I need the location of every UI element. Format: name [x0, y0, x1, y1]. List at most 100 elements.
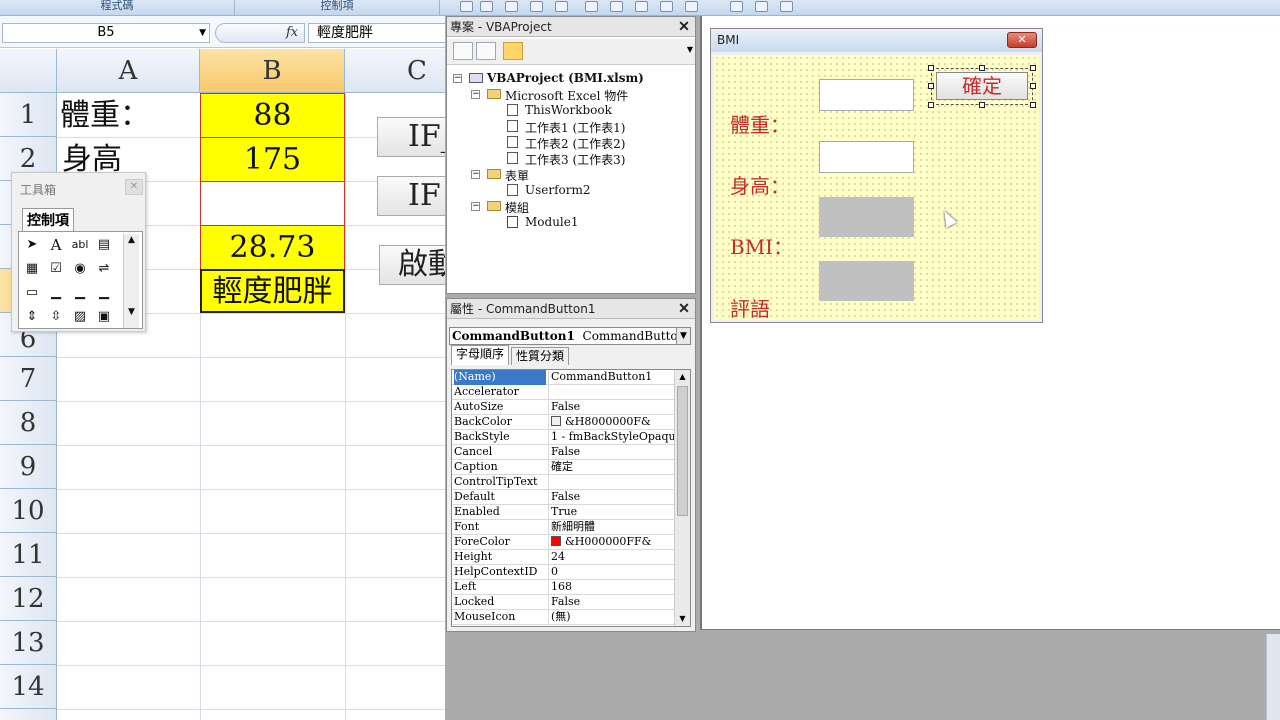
property-value-color[interactable]: &H8000000F& — [548, 415, 674, 430]
label-comment[interactable]: 評語 — [730, 293, 770, 322]
property-value[interactable]: (無) — [548, 610, 674, 625]
row-header-8[interactable]: 8 — [0, 401, 57, 445]
collapse-icon[interactable]: − — [471, 170, 480, 179]
label-weight[interactable]: 體重： — [730, 109, 790, 138]
tab-controls[interactable]: 控制項 — [22, 208, 74, 231]
toolbar-icon[interactable] — [555, 1, 568, 12]
hand-icon[interactable] — [635, 1, 648, 12]
property-row[interactable]: Default False — [452, 490, 674, 505]
image-icon[interactable]: ▨ — [71, 308, 89, 326]
worksheet[interactable]: A B C 1 2 3 4 5 6 7 8 9 10 11 12 13 14 體… — [0, 49, 445, 720]
property-row[interactable]: Font 新細明體 — [452, 520, 674, 535]
formula-input[interactable]: 輕度肥胖 — [308, 23, 448, 43]
toolbar-icon[interactable] — [505, 1, 518, 12]
view-object-icon[interactable] — [476, 42, 496, 60]
tab-categorized[interactable]: 性質分類 — [511, 347, 570, 365]
resize-handle[interactable] — [1030, 65, 1036, 71]
property-value[interactable]: 新細明體 — [548, 520, 674, 535]
resize-handle[interactable] — [1030, 83, 1036, 89]
property-row[interactable]: Locked False — [452, 595, 674, 610]
property-value[interactable]: 1 - fmBackStyleOpaque — [548, 430, 674, 445]
resize-handle[interactable] — [928, 102, 934, 108]
toolbox-window[interactable]: 工具箱 ✕ 控制項 ➤ A abl ▤ ▦ ☑ ◉ ⇌ ▭ ▁ ▁ ▁ ⇕ ⇳ … — [11, 172, 146, 332]
resize-handle[interactable] — [979, 102, 985, 108]
pointer-icon[interactable]: ➤ — [23, 236, 41, 254]
frame-icon[interactable]: ▭ — [23, 284, 41, 302]
cell-b4[interactable]: 28.73 — [200, 225, 345, 270]
sheet-button-start[interactable]: 啟動 — [379, 245, 445, 285]
toolbar-icon[interactable] — [755, 1, 768, 12]
property-row[interactable]: Accelerator — [452, 385, 674, 400]
property-row[interactable]: HelpContextID 0 — [452, 565, 674, 580]
property-value[interactable] — [548, 475, 674, 490]
project-explorer[interactable]: 專案 - VBAProject ✕ ▼ − VBAProject (BMI.xl… — [446, 16, 696, 294]
toolbar-icon[interactable] — [660, 1, 673, 12]
property-row[interactable]: ForeColor &H000000FF& — [452, 535, 674, 550]
property-value[interactable]: CommandButton1 — [548, 370, 674, 385]
tree-item-project[interactable]: VBAProject (BMI.xlsm) — [487, 71, 644, 85]
property-value[interactable]: 0 — [548, 565, 674, 580]
cell-a1[interactable]: 體重： — [60, 95, 150, 137]
resize-handle[interactable] — [1030, 102, 1036, 108]
chevron-down-icon[interactable]: ▼ — [199, 24, 206, 42]
chevron-down-icon[interactable]: ▼ — [675, 612, 690, 626]
checkbox-icon[interactable]: ☑ — [47, 260, 65, 278]
row-header-7[interactable]: 7 — [0, 357, 57, 401]
listbox-icon[interactable]: ▦ — [23, 260, 41, 278]
toolbar-icon[interactable] — [460, 1, 473, 12]
confirm-button[interactable]: 確定 — [936, 72, 1028, 100]
toolbar-icon[interactable] — [685, 1, 698, 12]
collapse-icon[interactable]: − — [471, 202, 480, 211]
row-header-12[interactable]: 12 — [0, 577, 57, 621]
property-grid[interactable]: (Name) CommandButton1 Accelerator AutoSiz… — [451, 369, 691, 627]
property-row[interactable]: Left 168 — [452, 580, 674, 595]
row-header-13[interactable]: 13 — [0, 621, 57, 665]
property-row[interactable]: AutoSize False — [452, 400, 674, 415]
toolbox-scrollbar[interactable]: ▲ ▼ — [123, 234, 139, 328]
property-value[interactable]: False — [548, 445, 674, 460]
toolbar-icon[interactable] — [480, 1, 493, 12]
property-row[interactable]: MouseIcon (無) — [452, 610, 674, 625]
tree-item-excel-objects[interactable]: Microsoft Excel 物件 — [505, 87, 628, 104]
select-all-corner[interactable] — [0, 49, 57, 93]
property-value[interactable]: 168 — [548, 580, 674, 595]
userform-canvas[interactable]: 體重： 身高： BMI： 評語 確定 — [714, 55, 1039, 322]
sheet-button-if1[interactable]: IF_ — [377, 117, 445, 157]
row-header-9[interactable]: 9 — [0, 445, 57, 489]
textbox-height[interactable] — [819, 141, 914, 173]
cell-b1[interactable]: 88 — [200, 93, 345, 138]
commandbutton-icon[interactable]: ▁ — [47, 284, 65, 302]
properties-window[interactable]: 屬性 - CommandButton1 ✕ CommandButton1 Com… — [446, 298, 696, 632]
row-header-11[interactable]: 11 — [0, 533, 57, 577]
label-icon[interactable]: A — [47, 236, 65, 254]
textbox-icon[interactable]: abl — [71, 236, 89, 254]
cell-b2[interactable]: 175 — [200, 137, 345, 182]
scrollbar-icon[interactable]: ⇕ — [23, 308, 41, 326]
tab-alphabetic[interactable]: 字母順序 — [451, 345, 510, 365]
toolbar-icon[interactable] — [730, 1, 743, 12]
property-row[interactable]: ControlTipText — [452, 475, 674, 490]
toolbar-icon[interactable] — [530, 1, 543, 12]
column-header-b[interactable]: B — [200, 49, 345, 93]
togglebutton-icon[interactable]: ⇌ — [95, 260, 113, 278]
optionbutton-icon[interactable]: ◉ — [71, 260, 89, 278]
combobox-icon[interactable]: ▤ — [95, 236, 113, 254]
row-header-15[interactable] — [0, 709, 57, 720]
column-header-c[interactable]: C — [345, 49, 445, 93]
view-code-icon[interactable] — [453, 42, 473, 60]
textbox-weight[interactable] — [819, 79, 914, 111]
name-box[interactable]: B5 ▼ — [2, 23, 210, 43]
property-value[interactable]: 確定 — [548, 460, 674, 475]
cell-b3[interactable] — [200, 181, 345, 226]
property-value[interactable]: True — [548, 505, 674, 520]
object-selector[interactable]: CommandButton1 CommandButton ▼ — [449, 327, 691, 345]
function-icon[interactable]: fx — [286, 25, 298, 40]
tree-item-thisworkbook[interactable]: ThisWorkbook — [525, 103, 612, 117]
userform-window[interactable]: BMI ✕ 體重： 身高： BMI： 評語 確定 — [710, 28, 1043, 323]
tree-item-sheet1[interactable]: 工作表1 (工作表1) — [525, 119, 625, 136]
tree-item-userform2[interactable]: Userform2 — [525, 183, 591, 197]
close-icon[interactable]: ✕ — [676, 301, 692, 317]
resize-handle[interactable] — [928, 65, 934, 71]
close-icon[interactable]: ✕ — [125, 179, 143, 195]
property-row[interactable]: Caption 確定 — [452, 460, 674, 475]
